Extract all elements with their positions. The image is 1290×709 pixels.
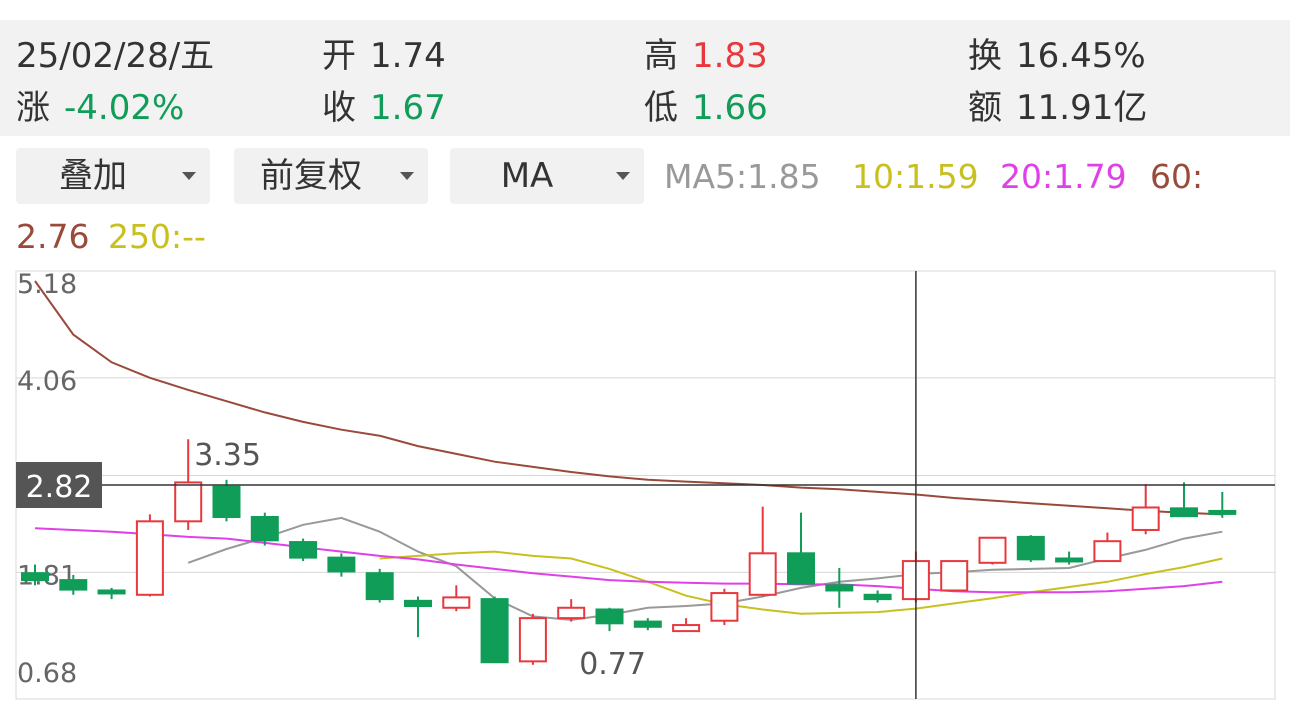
candle-body bbox=[289, 541, 318, 559]
candle-body bbox=[748, 552, 777, 596]
candle-body bbox=[825, 584, 854, 592]
candle-body bbox=[327, 556, 356, 573]
trade-amount: 额 11.91亿 bbox=[968, 88, 1148, 128]
candle-body bbox=[480, 598, 509, 664]
candle-body bbox=[1016, 535, 1045, 561]
indicator-dropdown[interactable]: MA bbox=[450, 148, 644, 204]
chevron-down-icon bbox=[616, 172, 630, 180]
overlay-dropdown-label: 叠加 bbox=[59, 156, 127, 196]
adjust-dropdown[interactable]: 前复权 bbox=[234, 148, 428, 204]
change-percent: 涨 -4.02% bbox=[16, 88, 185, 128]
candle-body bbox=[940, 560, 969, 592]
candle-body bbox=[978, 536, 1007, 564]
chevron-down-icon bbox=[182, 172, 196, 180]
turnover-rate: 换 16.45% bbox=[968, 36, 1146, 76]
ma60-legend-label: 60: bbox=[1150, 157, 1204, 196]
close-price: 收 1.67 bbox=[322, 88, 446, 128]
candle-body bbox=[442, 596, 471, 609]
candle-body bbox=[595, 608, 624, 625]
candle-body bbox=[1055, 557, 1084, 563]
candle-body bbox=[59, 579, 88, 591]
candle-body bbox=[672, 624, 701, 633]
candle-body bbox=[863, 593, 892, 601]
candle-body bbox=[212, 485, 241, 518]
candle-body bbox=[404, 599, 432, 608]
kline-chart[interactable]: 5.184.062.931.810.683.350.772.82 bbox=[0, 268, 1290, 709]
candle-body bbox=[21, 572, 49, 582]
ma20-legend: 20:1.79 bbox=[1000, 157, 1127, 196]
candle-body bbox=[710, 592, 739, 622]
candle-body bbox=[1208, 509, 1237, 515]
low-annotation: 0.77 bbox=[579, 647, 646, 682]
y-tick-label: 5.18 bbox=[17, 269, 77, 300]
trade-date: 25/02/28/五 bbox=[16, 36, 215, 76]
candle-body bbox=[787, 552, 815, 585]
ma10-legend: 10:1.59 bbox=[852, 157, 979, 196]
y-tick-label: 4.06 bbox=[17, 366, 77, 397]
candle-body bbox=[633, 620, 662, 628]
indicator-dropdown-label: MA bbox=[500, 156, 554, 196]
candle-body bbox=[1131, 506, 1160, 531]
high-price: 高 1.83 bbox=[644, 36, 768, 76]
candle-body bbox=[174, 481, 203, 523]
high-annotation: 3.35 bbox=[194, 438, 261, 473]
low-price: 低 1.66 bbox=[644, 88, 768, 128]
candle-body bbox=[518, 617, 547, 663]
y-tick-label: 0.68 bbox=[17, 658, 77, 689]
candle-body bbox=[557, 606, 586, 620]
ma60-legend-value: 2.76 bbox=[16, 217, 90, 256]
candle-body bbox=[97, 589, 126, 595]
candle-body bbox=[250, 515, 279, 542]
ma250-legend: 250:-- bbox=[108, 217, 206, 256]
open-price: 开 1.74 bbox=[322, 36, 446, 76]
overlay-dropdown[interactable]: 叠加 bbox=[16, 148, 210, 204]
candle-body bbox=[1093, 540, 1122, 563]
ma5-legend: MA5:1.85 bbox=[664, 157, 821, 196]
adjust-dropdown-label: 前复权 bbox=[260, 156, 362, 196]
candle-body bbox=[1170, 507, 1198, 518]
quote-info-panel: 25/02/28/五 开 1.74 高 1.83 换 16.45% 涨 -4.02% 收… bbox=[0, 20, 1290, 136]
candle-body bbox=[135, 520, 164, 596]
chevron-down-icon bbox=[400, 172, 414, 180]
candle-body bbox=[365, 572, 394, 601]
crosshair-price-label: 2.82 bbox=[26, 470, 93, 505]
